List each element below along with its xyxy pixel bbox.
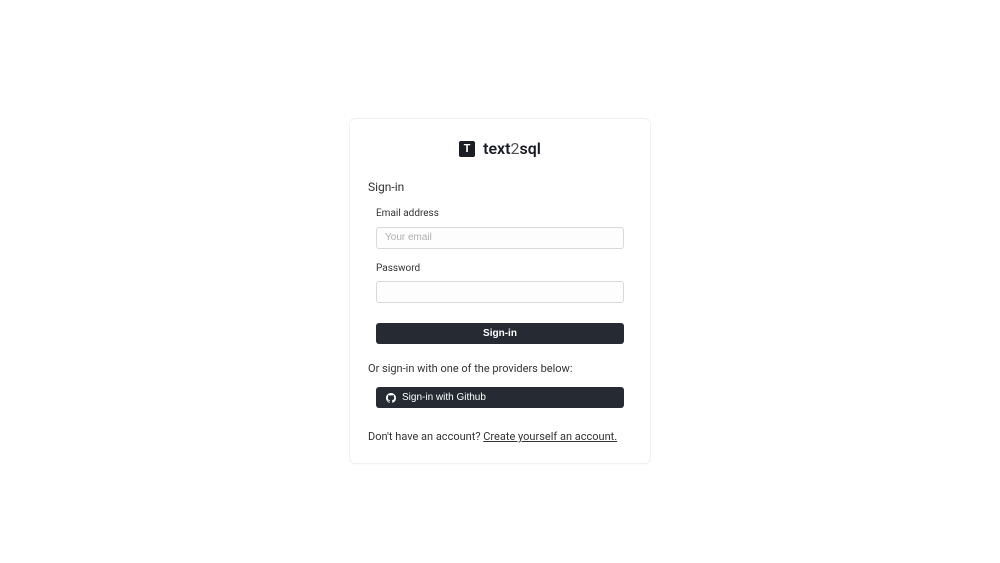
logo-badge: T xyxy=(459,141,475,157)
signin-form: Email address Password Sign-in xyxy=(368,208,632,362)
create-account-link[interactable]: Create yourself an account. xyxy=(483,430,617,443)
github-signin-button[interactable]: Sign-in with Github xyxy=(376,387,624,408)
password-label: Password xyxy=(376,263,624,274)
signup-prompt-text: Don't have an account? xyxy=(368,430,483,443)
email-field[interactable] xyxy=(376,227,624,249)
github-icon xyxy=(386,393,396,403)
password-field[interactable] xyxy=(376,281,624,303)
logo-text-part3: sql xyxy=(520,139,541,158)
signin-card: T text2sql Sign-in Email address Passwor… xyxy=(349,118,651,464)
logo-text-part1: text xyxy=(483,139,510,158)
providers-text: Or sign-in with one of the providers bel… xyxy=(368,362,632,375)
page-title: Sign-in xyxy=(368,180,632,194)
logo: T text2sql xyxy=(368,139,632,158)
logo-text: text2sql xyxy=(483,139,541,158)
email-label: Email address xyxy=(376,208,624,219)
signup-prompt: Don't have an account? Create yourself a… xyxy=(368,430,632,443)
github-button-label: Sign-in with Github xyxy=(402,392,486,403)
signin-button[interactable]: Sign-in xyxy=(376,323,624,344)
logo-text-part2: 2 xyxy=(511,139,520,158)
